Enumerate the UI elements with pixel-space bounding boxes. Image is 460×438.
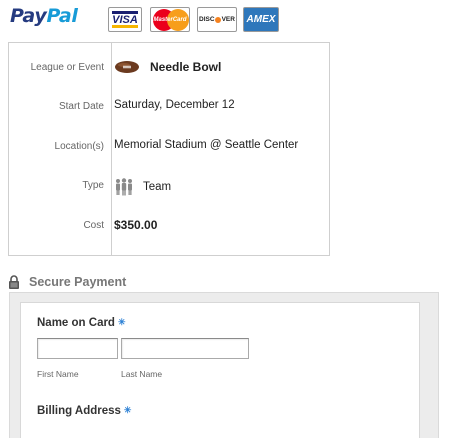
paypal-logo: PayPal [10,5,78,27]
billing-address-title: Billing Address ✳ [37,405,131,417]
lock-icon [9,275,19,289]
paypal-logo-pal: Pal [46,5,78,27]
name-on-card-title: Name on Card ✳ [37,317,126,329]
visa-card-icon: VISA [108,7,142,32]
required-icon: ✳ [117,317,126,327]
league-value: Needle Bowl [150,60,222,74]
start-date-value: Saturday, December 12 [114,99,235,111]
visa-card-label: VISA [112,13,138,26]
last-name-label: Last Name [121,369,163,379]
last-name-input[interactable] [121,338,249,359]
amex-card-icon: AMEX [243,7,279,32]
paypal-logo-pay: Pay [10,5,47,27]
team-icon [116,178,132,196]
cost-label: Cost [83,220,104,231]
secure-payment-title: Secure Payment [29,275,127,289]
amex-card-label: AMEX [246,14,276,25]
secure-payment-header: Secure Payment [8,275,126,289]
type-label: Type [82,180,104,191]
cost-row: Cost $350.00 [9,217,329,237]
first-name-label: First Name [37,369,79,379]
league-value-wrap: Needle Bowl [114,60,221,74]
required-icon: ✳ [123,405,132,415]
start-date-row: Start Date Saturday, December 12 [9,98,329,118]
league-row: League or Event Needle Bowl [9,59,329,79]
location-row: Location(s) Memorial Stadium @ Seattle C… [9,138,329,158]
discover-card-label-1: DISC [199,16,215,23]
discover-card-icon: DISC VER [197,7,237,32]
type-value: Team [143,181,172,193]
name-on-card-label: Name on Card [37,317,115,329]
discover-card-label-2: VER [221,16,235,23]
type-row: Type Team [9,177,329,197]
league-label: League or Event [30,62,104,73]
mastercard-card-label: MasterCard [153,16,187,23]
type-value-wrap: Team [114,178,171,196]
start-date-label: Start Date [58,101,104,112]
cost-value: $350.00 [114,218,158,232]
location-value: Memorial Stadium @ Seattle Center [114,139,299,151]
billing-address-label: Billing Address [37,405,121,417]
event-details-box: League or Event Needle Bowl Start Date S… [8,42,330,256]
football-icon [115,61,139,73]
location-label: Location(s) [54,141,104,152]
first-name-input[interactable] [37,338,118,359]
discover-dot [215,16,222,23]
mastercard-card-icon: MasterCard [150,7,190,32]
payment-form: Name on Card ✳ First Name Last Name Billi… [20,302,420,438]
